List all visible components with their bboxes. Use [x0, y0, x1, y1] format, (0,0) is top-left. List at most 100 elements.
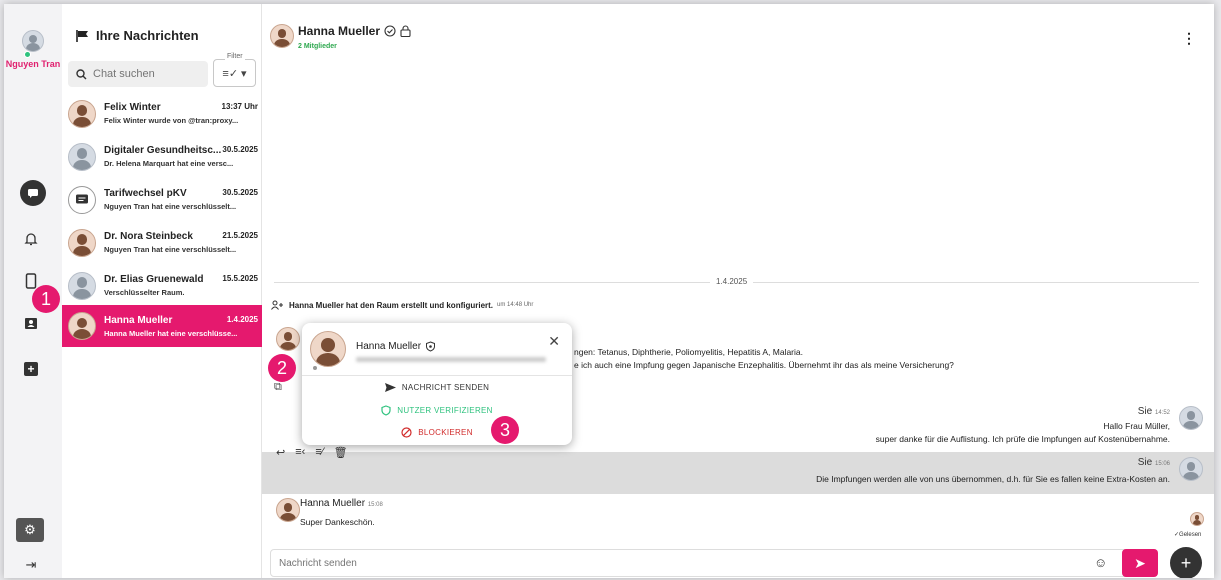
header-avatar[interactable]: [270, 24, 294, 48]
header-title[interactable]: Hanna Mueller: [298, 24, 411, 38]
system-message-time: um 14:48 Uhr: [497, 302, 534, 308]
delete-icon[interactable]: 🗑: [334, 446, 348, 459]
own-message: Sie 15:06 Die Impfungen werden alle von …: [816, 457, 1203, 484]
app-window: Nguyen Tran + ⚙ ⇥ Ihre Nachrichten ≡✓▾ F…: [4, 4, 1214, 578]
chat-preview: Felix Winter wurde von @tran:proxy...: [104, 116, 239, 125]
user-name: Nguyen Tran: [5, 59, 61, 69]
chat-name: Digitaler Gesundheitsc...: [104, 145, 222, 156]
thread-icon[interactable]: ≡‹: [295, 446, 305, 459]
message-avatar[interactable]: [276, 498, 300, 522]
flag-icon: [76, 29, 88, 42]
message-text: ngen: Tetanus, Diphtherie, Poliomyelitis…: [574, 347, 803, 357]
message-text: Hallo Frau Müller,: [1103, 421, 1170, 431]
message-sender: Sie 14:52: [1137, 406, 1170, 417]
emoji-icon[interactable]: ☺: [1094, 555, 1107, 570]
logout-icon[interactable]: ⇥: [18, 552, 44, 578]
filter-list-icon: ≡✓: [222, 67, 239, 80]
own-message: Sie 14:52 Hallo Frau Müller, super danke…: [875, 406, 1203, 444]
chat-time: 1.4.2025: [226, 314, 258, 324]
member-count[interactable]: 2 Mitglieder: [298, 43, 337, 50]
chat-search[interactable]: [68, 61, 208, 87]
add-person-icon: [271, 300, 283, 310]
send-message-button[interactable]: NACHRICHT SENDEN: [302, 383, 572, 392]
chat-name: Dr. Nora Steinbeck: [104, 231, 193, 242]
chat-time: 13:37 Uhr: [221, 102, 258, 111]
message-text: super danke für die Auflistung. Ich prüf…: [875, 434, 1170, 444]
read-receipt: ✓Gelesen: [1174, 532, 1202, 538]
chat-time: 21.5.2025: [222, 231, 258, 240]
user-avatar[interactable]: [22, 30, 44, 52]
chat-preview: Dr. Helena Marquart hat eine versc...: [104, 159, 234, 168]
chat-list-item-active[interactable]: Hanna Mueller 1.4.2025 Hanna Mueller hat e…: [62, 305, 262, 347]
chat-list-item[interactable]: Digitaler Gesundheitsc... 30.5.2025 Dr. He…: [62, 135, 262, 178]
chat-avatar: [68, 228, 96, 257]
message-text: Die Impfungen werden alle von uns überno…: [816, 474, 1170, 484]
callout-badge-3: 3: [491, 416, 519, 444]
message-text: Super Dankeschön.: [300, 517, 375, 527]
chat-name: Hanna Mueller: [104, 314, 173, 326]
chat-avatar: [68, 312, 96, 340]
bell-icon[interactable]: [18, 226, 44, 252]
block-user-button[interactable]: BLOCKIEREN: [302, 427, 572, 438]
callout-badge-1: 1: [32, 285, 60, 313]
chat-preview: Nguyen Tran hat eine verschlüsselt...: [104, 245, 237, 254]
online-status-dot: [24, 51, 31, 58]
attach-plus-button[interactable]: +: [1170, 547, 1202, 578]
header-name: Hanna Mueller: [298, 24, 381, 38]
chat-list-item[interactable]: Dr. Nora Steinbeck 21.5.2025 Nguyen Tran h…: [62, 221, 262, 264]
message-sender: Sie 15:06: [1137, 457, 1170, 468]
search-icon: [76, 68, 87, 79]
own-avatar[interactable]: [1179, 406, 1203, 430]
add-icon[interactable]: +: [24, 362, 38, 376]
chat-list-item[interactable]: Felix Winter 13:37 Uhr Felix Winter wurde …: [62, 92, 262, 135]
chat-search-input[interactable]: [93, 68, 193, 80]
presence-dot: [312, 365, 318, 371]
filter-label: Filter: [225, 53, 245, 60]
current-user[interactable]: Nguyen Tran: [4, 30, 62, 69]
chat-list-item[interactable]: Dr. Elias Gruenewald 15.5.2025 Verschlüsse…: [62, 264, 262, 307]
chat-name: Tarifwechsel pKV: [104, 188, 187, 199]
chat-header: Hanna Mueller 2 Mitglieder ⋮: [262, 4, 1214, 58]
chat-list-title-text: Ihre Nachrichten: [96, 28, 199, 43]
verify-user-button[interactable]: NUTZER VERIFIZIEREN: [302, 405, 572, 416]
chat-preview: Verschlüsselter Raum.: [104, 288, 185, 297]
more-options-icon[interactable]: ⋮: [1182, 30, 1196, 47]
chat-time: 15.5.2025: [222, 274, 258, 283]
shield-icon: [426, 341, 436, 352]
copy-icon[interactable]: ⧉: [274, 381, 282, 394]
chat-time: 30.5.2025: [222, 188, 258, 197]
block-icon: [401, 427, 412, 438]
lock-icon: [400, 25, 411, 37]
user-info-popup: Hanna Mueller ✕ NACHRICHT SENDEN NUTZER …: [302, 323, 572, 445]
verified-badge-icon: [384, 25, 396, 37]
send-icon: [384, 383, 396, 392]
filter-dropdown[interactable]: ≡✓ ▾: [213, 59, 256, 87]
message-composer[interactable]: [270, 549, 1146, 577]
callout-badge-2: 2: [268, 354, 296, 382]
user-id-blurred: [356, 357, 546, 362]
chat-list-panel: Ihre Nachrichten ≡✓▾ Filter Felix Winter…: [62, 4, 262, 578]
own-avatar[interactable]: [1179, 457, 1203, 481]
chat-list-item[interactable]: Tarifwechsel pKV 30.5.2025 Nguyen Tran hat…: [62, 178, 262, 221]
chat-list-title: Ihre Nachrichten: [76, 28, 199, 43]
chat-icon[interactable]: [20, 180, 46, 206]
send-button[interactable]: ➤: [1122, 549, 1158, 577]
chat-bubble-icon: [68, 185, 96, 214]
chat-view: Hanna Mueller 2 Mitglieder ⋮ 1.4.2025 Ha…: [262, 4, 1214, 578]
chevron-down-icon: ▾: [241, 67, 247, 80]
chat-time: 30.5.2025: [222, 145, 258, 154]
close-icon[interactable]: ✕: [548, 333, 560, 350]
reply-icon[interactable]: ↩: [276, 446, 285, 459]
system-message-text: Hanna Mueller hat den Raum erstellt und …: [289, 300, 494, 310]
chat-preview: Nguyen Tran hat eine verschlüsselt...: [104, 202, 237, 211]
message-avatar[interactable]: [276, 327, 300, 351]
edit-icon[interactable]: ≡⁄: [315, 446, 323, 459]
popup-name: Hanna Mueller: [356, 341, 436, 352]
message-input[interactable]: [279, 557, 1079, 569]
contacts-icon[interactable]: [18, 310, 44, 336]
settings-gear-icon[interactable]: ⚙: [16, 518, 44, 542]
message-text: e ich auch eine Impfung gegen Japanische…: [574, 360, 954, 370]
system-message: Hanna Mueller hat den Raum erstellt und …: [271, 300, 533, 310]
message-actions: ↩ ≡‹ ≡⁄ 🗑: [276, 446, 348, 459]
message-sender: Hanna Mueller 15:08: [300, 498, 383, 509]
